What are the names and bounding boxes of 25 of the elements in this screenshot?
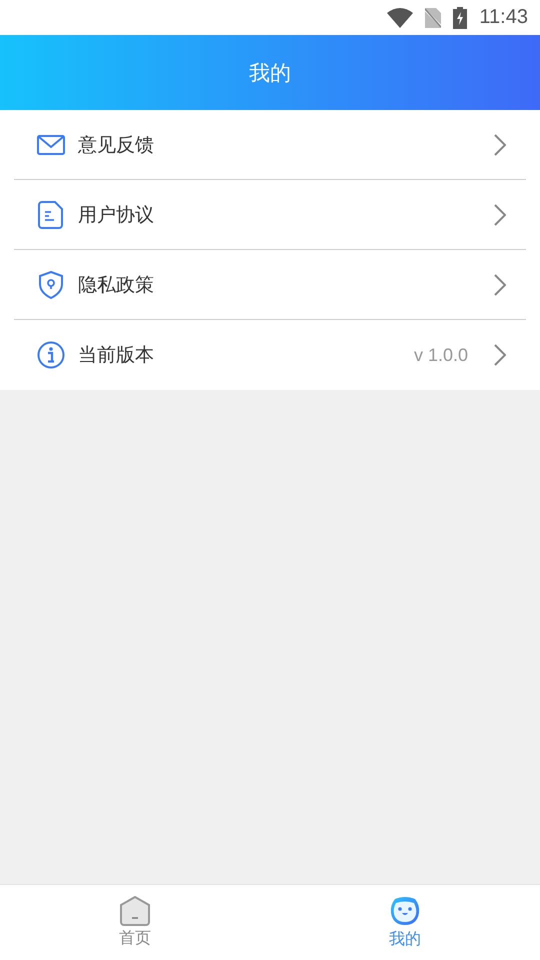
menu-item[interactable]: 当前版本 v 1.0.0 [14,320,526,390]
no-sim-icon [425,8,442,28]
chevron-right-icon [494,274,506,296]
status-time: 11:43 [479,6,528,29]
wifi-icon [387,8,414,28]
chevron-right-icon [494,204,506,226]
menu-label: 当前版本 [78,343,155,368]
menu-item[interactable]: 意见反馈 [14,110,526,180]
tab[interactable]: 首页 [0,885,270,960]
home-icon [119,896,151,926]
version-text: v 1.0.0 [414,344,468,366]
smiley-icon [389,895,421,927]
menu-item[interactable]: 用户协议 [14,180,526,250]
chevron-right-icon [494,134,506,156]
page-title: 我的 [249,60,291,86]
chevron-right-icon [494,344,506,366]
menu-item[interactable]: 隐私政策 [14,250,526,320]
menu-label: 隐私政策 [78,272,155,298]
document-icon [38,200,64,228]
battery-icon [453,6,468,28]
shield-icon [38,270,64,298]
mail-icon [37,134,65,156]
info-icon [37,341,65,369]
menu-label: 意见反馈 [78,132,155,158]
menu-label: 用户协议 [78,202,155,228]
